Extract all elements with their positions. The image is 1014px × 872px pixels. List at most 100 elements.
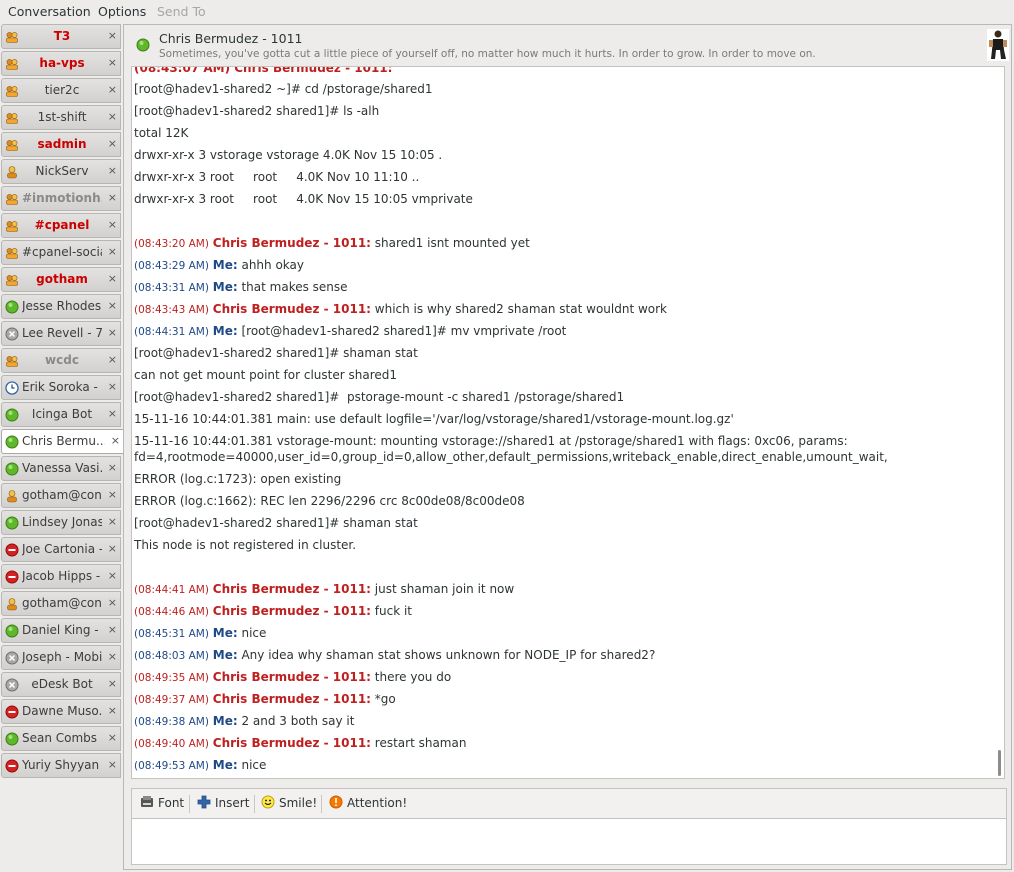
chat-text-line: drwxr-xr-x 3 vstorage vstorage 4.0K Nov …: [134, 148, 443, 162]
close-tab-icon[interactable]: ×: [108, 56, 117, 69]
close-tab-icon[interactable]: ×: [108, 407, 117, 420]
close-tab-icon[interactable]: ×: [108, 29, 117, 42]
toolbar-separator: [254, 795, 255, 813]
close-tab-icon[interactable]: ×: [108, 488, 117, 501]
close-tab-icon[interactable]: ×: [108, 299, 117, 312]
conversation-tab[interactable]: T3 ×: [1, 24, 121, 49]
message-timestamp: (08:49:53 AM): [134, 760, 209, 772]
conversation-tab[interactable]: Chris Bermu... ×: [1, 429, 123, 454]
conversation-tab[interactable]: Yuriy Shyyan ... ×: [1, 753, 121, 778]
close-tab-icon[interactable]: ×: [108, 569, 117, 582]
message-timestamp: (08:44:46 AM): [134, 606, 209, 618]
message-input[interactable]: [131, 818, 1007, 865]
conversation-tab[interactable]: Lee Revell - 7... ×: [1, 321, 121, 346]
font-button[interactable]: Font: [140, 795, 184, 813]
message-text: there you do: [370, 670, 452, 684]
person-icon: [7, 490, 17, 503]
message-sender: Chris Bermudez - 1011:: [212, 670, 371, 684]
conversation-tab[interactable]: Jesse Rhodes... ×: [1, 294, 121, 319]
close-tab-icon[interactable]: ×: [108, 191, 117, 204]
conversation-tab[interactable]: 1st-shift ×: [1, 105, 121, 130]
conversation-tab[interactable]: Lindsey Jonas... ×: [1, 510, 121, 535]
chat-history[interactable]: (08:43:07 AM) Chris Bermudez - 1011: [ro…: [131, 66, 1005, 779]
chat-room-icon: [6, 59, 18, 70]
conversation-tab[interactable]: Joseph - Mobi... ×: [1, 645, 121, 670]
chat-message: (08:49:40 AM) Chris Bermudez - 1011: res…: [134, 736, 466, 750]
menu-send-to[interactable]: Send To: [157, 4, 206, 19]
close-tab-icon[interactable]: ×: [108, 218, 117, 231]
chat-room-icon: [6, 86, 18, 97]
close-tab-icon[interactable]: ×: [111, 434, 120, 447]
chat-text-line: [root@hadev1-shared2 shared1]# pstorage-…: [134, 390, 625, 404]
menu-conversation[interactable]: Conversation: [8, 4, 91, 19]
available-status-icon: [5, 462, 19, 476]
message-timestamp: (08:43:20 AM): [134, 238, 209, 250]
message-sender: Me:: [212, 714, 238, 728]
smile-button[interactable]: Smile!: [261, 795, 317, 813]
attention-button[interactable]: Attention!: [329, 795, 407, 813]
chat-text-line: [root@hadev1-shared2 ~]# cd /pstorage/sh…: [134, 82, 433, 96]
close-tab-icon[interactable]: ×: [108, 164, 117, 177]
chat-room-icon: [6, 113, 18, 124]
conversation-tab[interactable]: Jacob Hipps - ... ×: [1, 564, 121, 589]
close-tab-icon[interactable]: ×: [108, 731, 117, 744]
scrollbar-thumb[interactable]: [998, 750, 1001, 776]
close-tab-icon[interactable]: ×: [108, 542, 117, 555]
close-tab-icon[interactable]: ×: [108, 137, 117, 150]
conversation-tab[interactable]: Daniel King - ... ×: [1, 618, 121, 643]
chat-room-icon: [6, 32, 18, 43]
conversation-tab[interactable]: Erik Soroka - ... ×: [1, 375, 121, 400]
conversation-tab[interactable]: gotham@con... ×: [1, 591, 121, 616]
toolbar-separator: [321, 795, 322, 813]
conversation-tab[interactable]: eDesk Bot ×: [1, 672, 121, 697]
chat-message: (08:43:29 AM) Me: ahhh okay: [134, 258, 304, 272]
buddy-status-message: Sometimes, you've gotta cut a little pie…: [159, 48, 816, 60]
tab-label: Joseph - Mobi...: [22, 650, 102, 664]
chat-text-line: This node is not registered in cluster.: [134, 538, 357, 552]
conversation-tab[interactable]: gotham ×: [1, 267, 121, 292]
tab-label: Jacob Hipps - ...: [22, 569, 102, 583]
conversation-tab[interactable]: Joe Cartonia -... ×: [1, 537, 121, 562]
message-sender: Me:: [212, 280, 238, 294]
conversation-tab[interactable]: #cpanel-social ×: [1, 240, 121, 265]
conversation-tab[interactable]: sadmin ×: [1, 132, 121, 157]
close-tab-icon[interactable]: ×: [108, 650, 117, 663]
close-tab-icon[interactable]: ×: [108, 677, 117, 690]
close-tab-icon[interactable]: ×: [108, 623, 117, 636]
insert-button[interactable]: Insert: [197, 795, 249, 813]
conversation-tab[interactable]: #cpanel ×: [1, 213, 121, 238]
chat-message: (08:49:38 AM) Me: 2 and 3 both say it: [134, 714, 354, 728]
conversation-tab[interactable]: Vanessa Vasi... ×: [1, 456, 121, 481]
conversation-tab[interactable]: Dawne Muso... ×: [1, 699, 121, 724]
conversation-tab[interactable]: wcdc ×: [1, 348, 121, 373]
conversation-tab[interactable]: #inmotionh... ×: [1, 186, 121, 211]
tab-label: Chris Bermu...: [22, 434, 105, 448]
tab-label: eDesk Bot: [31, 677, 93, 691]
close-tab-icon[interactable]: ×: [108, 515, 117, 528]
close-tab-icon[interactable]: ×: [108, 758, 117, 771]
conversation-tab[interactable]: Sean Combs ... ×: [1, 726, 121, 751]
buddy-avatar[interactable]: [987, 29, 1009, 61]
conversation-tab[interactable]: tier2c ×: [1, 78, 121, 103]
busy-status-icon: [5, 543, 19, 557]
message-sender: Chris Bermudez - 1011:: [212, 604, 371, 618]
conversation-tab[interactable]: ha-vps ×: [1, 51, 121, 76]
close-tab-icon[interactable]: ×: [108, 245, 117, 258]
conversation-tab[interactable]: gotham@con... ×: [1, 483, 121, 508]
close-tab-icon[interactable]: ×: [108, 353, 117, 366]
close-tab-icon[interactable]: ×: [108, 110, 117, 123]
close-tab-icon[interactable]: ×: [108, 596, 117, 609]
close-tab-icon[interactable]: ×: [108, 380, 117, 393]
close-tab-icon[interactable]: ×: [108, 461, 117, 474]
close-tab-icon[interactable]: ×: [108, 704, 117, 717]
conversation-tab[interactable]: NickServ ×: [1, 159, 121, 184]
conversation-tab[interactable]: Icinga Bot ×: [1, 402, 121, 427]
close-tab-icon[interactable]: ×: [108, 83, 117, 96]
message-text: *go: [370, 692, 396, 706]
chat-text-line: 15-11-16 10:44:01.381 main: use default …: [134, 412, 734, 426]
chat-text-line: drwxr-xr-x 3 root root 4.0K Nov 15 10:05…: [134, 192, 473, 206]
close-tab-icon[interactable]: ×: [108, 272, 117, 285]
chat-room-icon: [6, 194, 18, 205]
menu-options[interactable]: Options: [98, 4, 146, 19]
close-tab-icon[interactable]: ×: [108, 326, 117, 339]
